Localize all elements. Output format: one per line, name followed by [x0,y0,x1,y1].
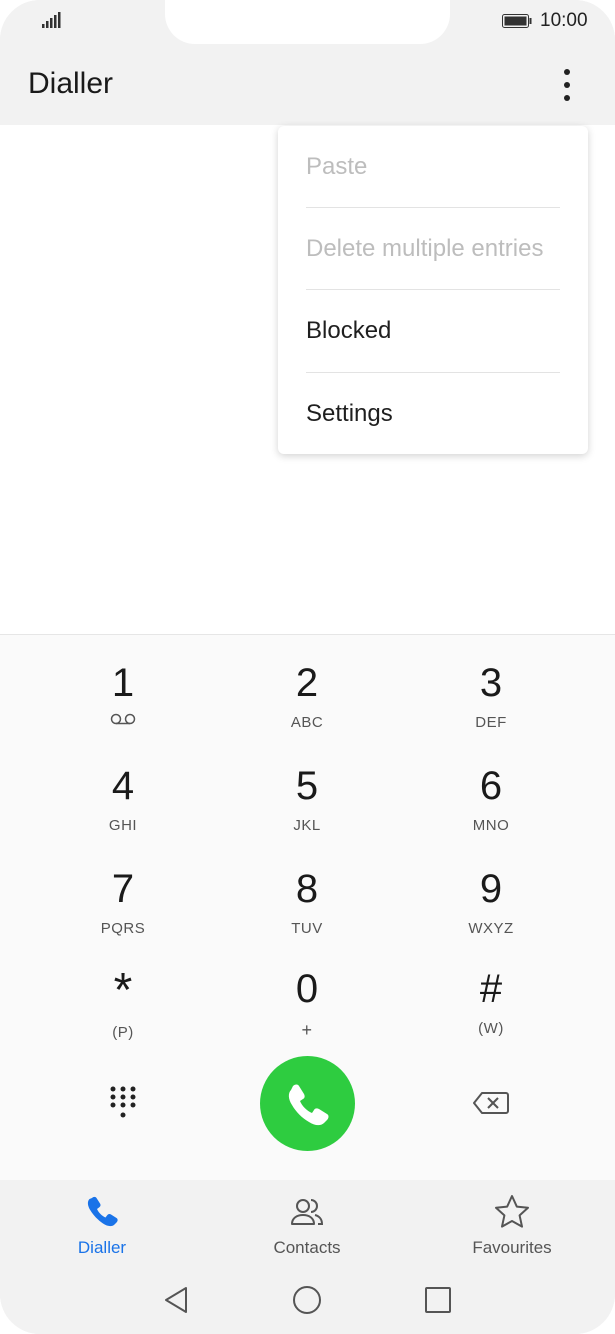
key-letters: JKL [293,817,321,834]
key-star[interactable]: * (P) [53,966,193,1056]
key-digit: 0 [295,967,319,1011]
system-nav-bar [0,1270,615,1334]
phone-icon [288,1084,329,1126]
battery-icon [502,14,532,28]
star-icon [495,1195,529,1228]
key-0[interactable]: 0 + [237,966,377,1056]
key-letters: WXYZ [468,920,514,937]
key-digit: 9 [479,867,503,911]
menu-item-blocked[interactable]: Blocked [306,290,560,372]
key-4[interactable]: 4 GHI [53,763,193,853]
key-digit: # [479,967,503,1011]
tab-label: Contacts [273,1238,341,1257]
key-letters: TUV [291,920,323,937]
contacts-icon [291,1199,324,1225]
signal-icon [42,12,61,28]
overflow-menu: Paste Delete multiple entries Blocked Se… [278,126,588,454]
tab-dialler[interactable]: Dialler [22,1180,182,1270]
tab-label: Dialler [77,1238,127,1257]
menu-item-paste[interactable]: Paste [306,126,560,208]
tab-contacts[interactable]: Contacts [227,1180,387,1270]
menu-item-delete-multiple[interactable]: Delete multiple entries [306,208,560,290]
backspace-icon[interactable] [473,1091,509,1115]
key-6[interactable]: 6 MNO [421,763,561,853]
key-letters: PQRS [100,920,146,937]
key-digit: 7 [111,867,135,911]
more-options-icon[interactable] [553,66,581,104]
key-2[interactable]: 2 ABC [237,660,377,750]
key-letters: DEF [475,714,507,731]
key-digit: * [113,964,133,1017]
key-3[interactable]: 3 DEF [421,660,561,750]
app-bar: Dialler [0,44,615,125]
tab-label: Favourites [472,1238,552,1257]
key-digit: 5 [295,764,319,808]
key-digit: 3 [479,661,503,705]
status-bar: 10:00 [0,0,615,44]
key-letters: + [301,1020,313,1040]
phone-screen: 10:00 Dialler Paste Delete multiple entr… [0,0,615,1334]
menu-item-settings[interactable]: Settings [306,373,560,455]
key-digit: 6 [479,764,503,808]
key-7[interactable]: 7 PQRS [53,866,193,956]
page-title: Dialler [28,67,114,100]
recents-icon[interactable] [422,1284,454,1316]
key-9[interactable]: 9 WXYZ [421,866,561,956]
key-hash[interactable]: # (W) [421,966,561,1056]
key-digit: 2 [295,661,319,705]
phone-icon [87,1196,118,1227]
notch [165,0,450,44]
key-8[interactable]: 8 TUV [237,866,377,956]
key-digit: 8 [295,867,319,911]
call-button[interactable] [260,1056,355,1151]
back-icon[interactable] [160,1284,192,1316]
key-letters: (W) [478,1020,504,1037]
voicemail-icon [110,713,136,725]
bottom-tab-bar: Dialler Contacts Favourites [0,1180,615,1270]
key-letters: ABC [290,714,324,731]
dialpad-toggle-icon[interactable] [108,1085,138,1121]
key-letters: (P) [112,1024,134,1041]
key-1[interactable]: 1 [53,660,193,750]
key-digit: 4 [111,764,135,808]
key-digit: 1 [111,661,135,705]
key-5[interactable]: 5 JKL [237,763,377,853]
tab-favourites[interactable]: Favourites [432,1180,592,1270]
home-icon[interactable] [291,1284,323,1316]
key-letters: MNO [472,817,510,834]
status-time: 10:00 [540,10,588,31]
key-letters: GHI [108,817,138,834]
